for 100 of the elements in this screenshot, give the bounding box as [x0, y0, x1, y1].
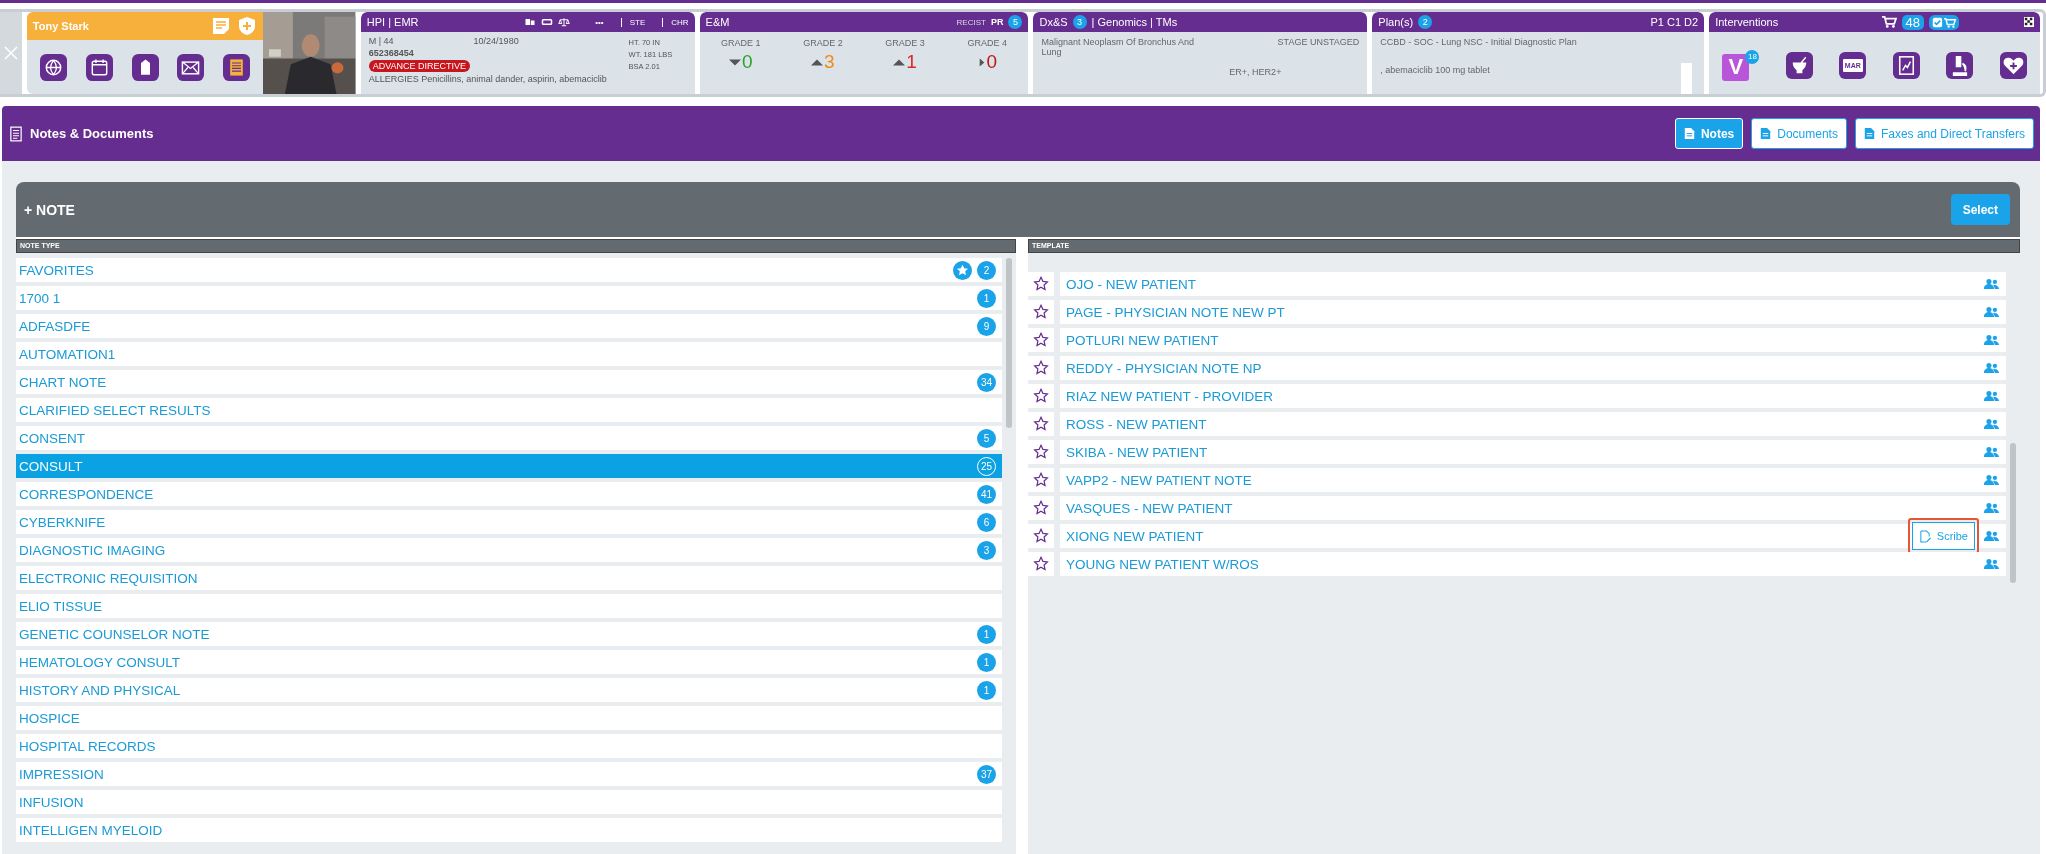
- note-type-item[interactable]: GENETIC COUNSELOR NOTE 1: [16, 622, 1002, 646]
- note-type-item[interactable]: CYBERKNIFE 6: [16, 510, 1002, 534]
- directive-badge[interactable]: ADVANCE DIRECTIVE: [368, 60, 471, 72]
- globe-icon[interactable]: [40, 53, 68, 81]
- view-tab[interactable]: Notes: [1674, 118, 1744, 149]
- star-icon: [1033, 360, 1049, 376]
- note-type-item[interactable]: HEMATOLOGY CONSULT 1: [16, 650, 1002, 674]
- note-type-item[interactable]: HOSPITAL RECORDS: [16, 734, 1002, 758]
- view-tab[interactable]: Faxes and Direct Transfers: [1854, 118, 2034, 149]
- favorite-star-button[interactable]: [1028, 356, 1054, 380]
- header-tab[interactable]: STE: [620, 17, 646, 27]
- note-type-item[interactable]: DIAGNOSTIC IMAGING 3: [16, 538, 1002, 562]
- envelope-icon[interactable]: [177, 53, 205, 81]
- diagnosis-text: Malignant Neoplasm Of Bronchus And Lung: [1041, 37, 1196, 57]
- note-type-item[interactable]: IMPRESSION 37: [16, 762, 1002, 786]
- microscope-icon[interactable]: [1946, 51, 1974, 79]
- record-number: 652368454: [368, 48, 414, 58]
- template-link[interactable]: SKIBA - NEW PATIENT: [1066, 444, 1208, 460]
- favorite-star-button[interactable]: [1028, 272, 1054, 296]
- birth-date: 10/24/1980: [473, 36, 519, 46]
- note-type-item[interactable]: CORRESPONDENCE 41: [16, 482, 1002, 506]
- note-type-item[interactable]: 1700 1 1: [16, 286, 1002, 310]
- template-link[interactable]: PAGE - PHYSICIAN NOTE NEW PT: [1066, 304, 1285, 320]
- card-links[interactable]: | Genomics | TMs: [1091, 16, 1178, 28]
- note-type-item[interactable]: ELECTRONIC REQUISITION: [16, 566, 1002, 590]
- grade-count: 3: [824, 51, 835, 73]
- more-button[interactable]: •••: [595, 17, 604, 27]
- scribe-button[interactable]: Scribe: [1911, 522, 1975, 550]
- note-type-item[interactable]: CONSULT 25: [16, 454, 1002, 478]
- mortar-icon[interactable]: [1785, 51, 1813, 79]
- cart-icon[interactable]: [1880, 15, 1897, 29]
- calendar-icon[interactable]: [85, 53, 113, 81]
- template-link[interactable]: REDDY - PHYSICIAN NOTE NP: [1066, 360, 1262, 376]
- star-icon: [1033, 304, 1049, 320]
- select-button[interactable]: Select: [1950, 194, 2010, 225]
- note-type-item[interactable]: ADFASDFE 9: [16, 314, 1002, 338]
- card-title: Dx&S: [1039, 16, 1068, 28]
- favorite-star-button[interactable]: [1028, 384, 1054, 408]
- markers-text: ER+, HER2+: [1228, 67, 1282, 77]
- count-badge: 9: [977, 316, 996, 336]
- header-tab[interactable]: CHR: [662, 17, 689, 27]
- note-type-item[interactable]: FAVORITES 2: [16, 258, 1002, 282]
- note-type-item[interactable]: HOSPICE: [16, 706, 1002, 730]
- favorite-star-button[interactable]: [1028, 300, 1054, 324]
- patient-name: Tony Stark: [32, 20, 90, 32]
- note-type-item[interactable]: AUTOMATION1: [16, 342, 1002, 366]
- template-link[interactable]: RIAZ NEW PATIENT - PROVIDER: [1066, 388, 1273, 404]
- template-link[interactable]: POTLURI NEW PATIENT: [1066, 332, 1219, 348]
- note-type-item[interactable]: INTELLIGEN MYELOID: [16, 818, 1002, 842]
- template-link[interactable]: YOUNG NEW PATIENT W/ROS: [1066, 556, 1259, 572]
- favorite-star-button[interactable]: [1028, 328, 1054, 352]
- star-icon: [1033, 388, 1049, 404]
- view-tab[interactable]: Documents: [1751, 118, 1847, 149]
- card-title: Plan(s): [1378, 16, 1414, 28]
- people-icon: [1983, 390, 2000, 402]
- cart-count: 48: [1901, 14, 1924, 30]
- scale-icon[interactable]: [558, 17, 571, 27]
- count-badge: 18: [1745, 49, 1760, 64]
- favorite-star-button[interactable]: [1028, 552, 1054, 576]
- count-badge: 3: [1072, 15, 1087, 29]
- chart-icon[interactable]: [1892, 51, 1920, 79]
- heart-plus-icon[interactable]: [1999, 51, 2027, 79]
- count-badge: 3: [977, 540, 996, 560]
- star-icon: [1033, 528, 1049, 544]
- note-type-item[interactable]: CONSENT 5: [16, 426, 1002, 450]
- scrollbar[interactable]: [2010, 443, 2016, 583]
- count-badge: 34: [977, 372, 996, 392]
- template-link[interactable]: VASQUES - NEW PATIENT: [1066, 500, 1233, 516]
- plan-line: , abemaciclib 100 mg tablet: [1380, 65, 1491, 75]
- star-icon: [1033, 416, 1049, 432]
- count-badge: 1: [977, 652, 996, 672]
- favorite-star-button[interactable]: [1028, 496, 1054, 520]
- note-type-item[interactable]: CHART NOTE 34: [16, 370, 1002, 394]
- add-note-button[interactable]: + NOTE: [24, 201, 75, 218]
- scrollbar[interactable]: [1006, 258, 1012, 428]
- count-badge: 2: [1418, 15, 1433, 29]
- people-icon: [1983, 278, 2000, 290]
- card-title: Interventions: [1715, 16, 1779, 28]
- checked-cart-icon[interactable]: [1929, 14, 1959, 30]
- template-link[interactable]: OJO - NEW PATIENT: [1066, 276, 1196, 292]
- template-link[interactable]: XIONG NEW PATIENT: [1066, 528, 1204, 544]
- document-icon[interactable]: [222, 53, 250, 81]
- note-type-item[interactable]: HISTORY AND PHYSICAL 1: [16, 678, 1002, 702]
- card-icon[interactable]: [541, 17, 554, 27]
- checker-icon[interactable]: [2024, 17, 2034, 27]
- note-type-item[interactable]: CLARIFIED SELECT RESULTS: [16, 398, 1002, 422]
- favorite-star-button[interactable]: [1028, 412, 1054, 436]
- people-icon: [1983, 334, 2000, 346]
- favorite-star-button[interactable]: [1028, 524, 1054, 548]
- tag-icon[interactable]: [131, 53, 159, 81]
- template-link[interactable]: VAPP2 - NEW PATIENT NOTE: [1066, 472, 1252, 488]
- scrollbar[interactable]: [1681, 63, 1693, 94]
- note-type-item[interactable]: ELIO TISSUE: [16, 594, 1002, 618]
- note-type-item[interactable]: INFUSION: [16, 790, 1002, 814]
- template-link[interactable]: ROSS - NEW PATIENT: [1066, 416, 1207, 432]
- favorite-star-button[interactable]: [1028, 468, 1054, 492]
- people-icon: [1983, 446, 2000, 458]
- favorite-star-button[interactable]: [1028, 440, 1054, 464]
- people-icon: [1983, 530, 2000, 542]
- people-icon: [1983, 474, 2000, 486]
